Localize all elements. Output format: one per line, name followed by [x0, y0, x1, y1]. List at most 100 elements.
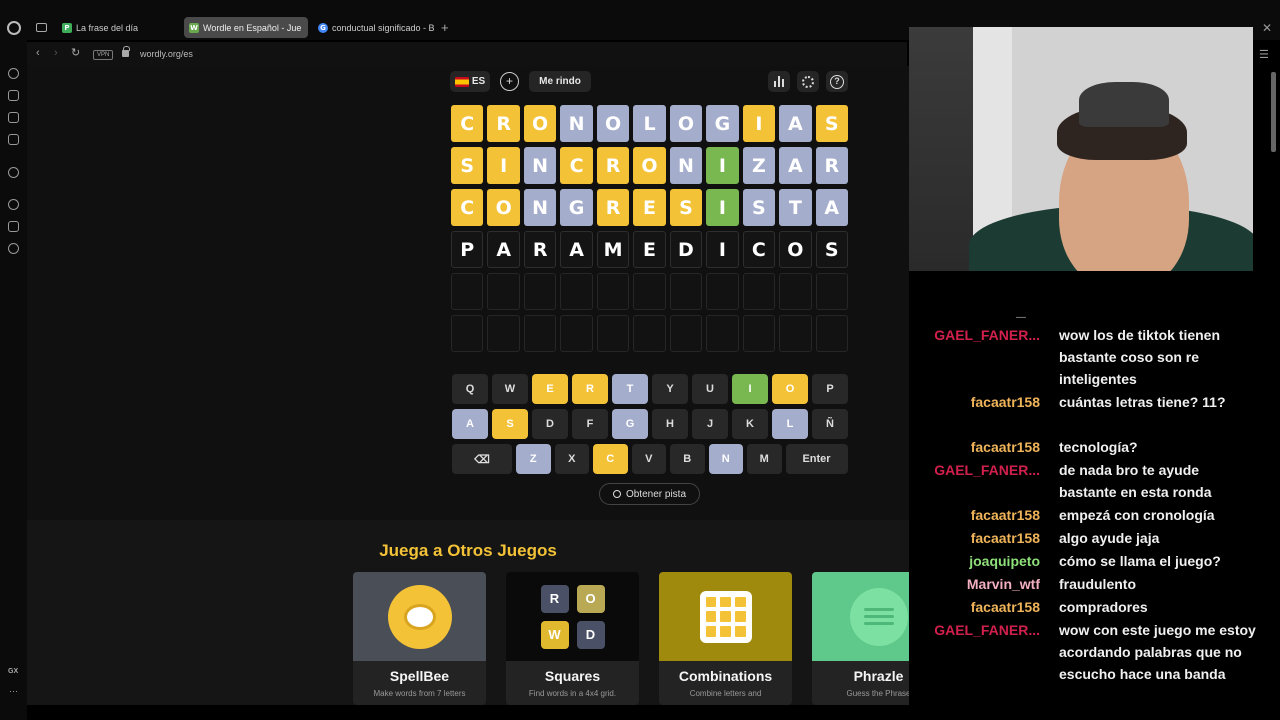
extensions-icon[interactable] [8, 221, 19, 232]
help-button[interactable]: ? [826, 71, 848, 92]
chat-text: empezá con cronología [1059, 507, 1215, 523]
board-row: CRONOLOGIAS [451, 105, 848, 142]
key-l[interactable]: L [772, 409, 808, 439]
key-i[interactable]: I [732, 374, 768, 404]
key-b[interactable]: B [670, 444, 705, 474]
board-tile: C [742, 231, 776, 268]
chat-username[interactable]: facaatr158 [909, 436, 1040, 458]
board-tile [596, 273, 630, 310]
combinations-card[interactable]: Combinations Combine letters and [659, 572, 792, 705]
card-title: Squares [544, 668, 601, 684]
key-ñ[interactable]: Ñ [812, 409, 848, 439]
key-t[interactable]: T [612, 374, 648, 404]
chat-username[interactable]: GAEL_FANER... [909, 324, 1040, 346]
chat-text: cuántas letras tiene? 11? [1059, 394, 1226, 410]
squares-card[interactable]: R O W D Squares Find words in a 4x4 grid… [506, 572, 639, 705]
key-c[interactable]: C [593, 444, 628, 474]
board-tile [669, 315, 703, 352]
key-s[interactable]: S [492, 409, 528, 439]
key-z[interactable]: Z [516, 444, 551, 474]
key-d[interactable]: D [532, 409, 568, 439]
spellbee-card[interactable]: SpellBee Make words from 7 letters [353, 572, 486, 705]
key-y[interactable]: Y [652, 374, 688, 404]
key-x[interactable]: X [554, 444, 589, 474]
chat-username[interactable]: joaquipeto [909, 550, 1040, 572]
enter-key[interactable]: Enter [785, 444, 848, 474]
tab-la-frase[interactable]: P La frase del día [57, 17, 178, 38]
browser-sidebar: GX ··· [0, 40, 27, 720]
key-n[interactable]: N [708, 444, 743, 474]
key-w[interactable]: W [492, 374, 528, 404]
card-desc: Find words in a 4x4 grid. [528, 689, 617, 698]
lock-icon[interactable] [122, 46, 130, 57]
stats-button[interactable] [768, 71, 790, 92]
chat-username[interactable]: facaatr158 [909, 391, 1040, 413]
key-u[interactable]: U [692, 374, 728, 404]
board-tile [596, 315, 630, 352]
key-o[interactable]: O [772, 374, 808, 404]
key-q[interactable]: Q [452, 374, 488, 404]
spellbee-art [353, 572, 486, 661]
board-tile: O [669, 105, 703, 142]
vpn-badge[interactable]: VPN [93, 50, 114, 60]
board-tile: C [560, 147, 593, 184]
new-tab-button[interactable]: + [441, 21, 449, 34]
key-r[interactable]: R [572, 374, 608, 404]
combinations-art [659, 572, 792, 661]
tab-islands-icon[interactable] [36, 23, 47, 32]
menu-icon[interactable]: ☰ [1259, 48, 1269, 61]
board-tile: D [669, 231, 703, 268]
reload-icon[interactable]: ↻ [71, 48, 80, 59]
key-f[interactable]: F [572, 409, 608, 439]
scrollbar-thumb[interactable] [1271, 72, 1276, 152]
board-tile [451, 273, 484, 310]
chat-username[interactable]: facaatr158 [909, 596, 1040, 618]
tab-wordle[interactable]: W Wordle en Español - Jue [184, 17, 308, 38]
board-tile: R [487, 105, 520, 142]
key-k[interactable]: K [732, 409, 768, 439]
close-window-icon[interactable]: ✕ [1262, 21, 1272, 35]
chat-username[interactable]: GAEL_FANER... [909, 619, 1040, 641]
chat-username[interactable]: facaatr158 [909, 504, 1040, 526]
back-icon[interactable]: ‹ [36, 48, 40, 59]
reader-icon[interactable] [8, 112, 19, 123]
key-h[interactable]: H [652, 409, 688, 439]
hint-button[interactable]: Obtener pista [599, 483, 700, 505]
settings-sidebar-icon[interactable] [8, 243, 19, 254]
key-g[interactable]: G [612, 409, 648, 439]
key-p[interactable]: P [812, 374, 848, 404]
tab-conductual[interactable]: G conductual significado - B [313, 17, 434, 38]
settings-button[interactable] [797, 71, 819, 92]
key-a[interactable]: A [452, 409, 488, 439]
language-selector[interactable]: ES [450, 71, 490, 92]
chat-username[interactable]: GAEL_FANER... [909, 459, 1040, 481]
refresh-sidebar-icon[interactable] [8, 68, 19, 79]
add-icon[interactable]: + [500, 72, 519, 91]
key-j[interactable]: J [692, 409, 728, 439]
gx-icon[interactable]: GX [8, 668, 18, 675]
board-tile: N [669, 147, 703, 184]
board-tile: R [596, 189, 630, 226]
square-tile: D [576, 620, 605, 649]
key-e[interactable]: E [532, 374, 568, 404]
chatgpt-icon[interactable] [8, 167, 19, 178]
bag-icon[interactable] [8, 90, 19, 101]
url-field[interactable]: wordly.org/es [140, 49, 193, 59]
history-icon[interactable] [8, 199, 19, 210]
screen: P La frase del día W Wordle en Español -… [0, 0, 1280, 720]
tab-label: Wordle en Español - Jue [203, 22, 302, 33]
key-v[interactable]: V [631, 444, 666, 474]
key-m[interactable]: M [747, 444, 782, 474]
board-tile: S [742, 189, 776, 226]
messenger-icon[interactable] [8, 134, 19, 145]
help-icon: ? [830, 74, 844, 89]
more-icon[interactable]: ··· [9, 686, 18, 696]
opera-logo-icon[interactable] [7, 21, 21, 35]
forward-icon[interactable]: › [54, 48, 58, 59]
board-tile: R [815, 147, 848, 184]
chat-username[interactable]: Marvin_wtf [909, 573, 1040, 595]
give-up-button[interactable]: Me rindo [529, 71, 591, 92]
chat-text: cómo se llama el juego? [1059, 553, 1221, 569]
chat-username[interactable]: facaatr158 [909, 527, 1040, 549]
backspace-key-icon[interactable]: ⌫ [452, 444, 512, 474]
